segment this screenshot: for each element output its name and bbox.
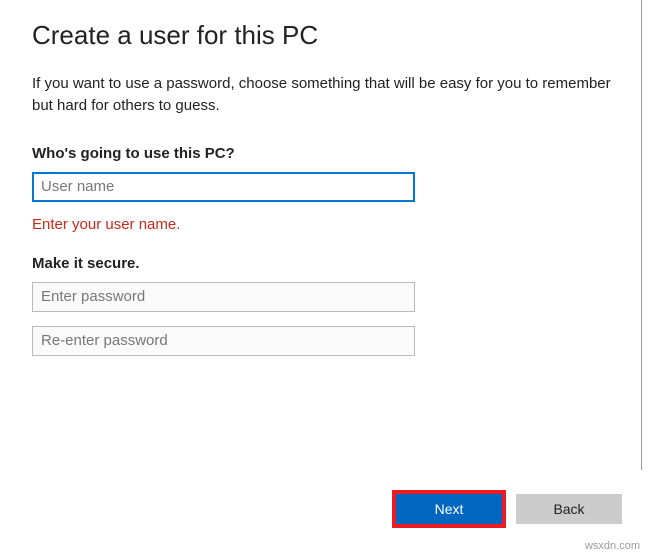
watermark: wsxdn.com <box>585 540 640 552</box>
password-input[interactable] <box>32 282 415 312</box>
back-button[interactable]: Back <box>516 494 622 524</box>
page-title: Create a user for this PC <box>32 20 620 51</box>
reenter-password-input[interactable] <box>32 326 415 356</box>
divider <box>641 0 642 470</box>
username-input[interactable] <box>32 172 415 202</box>
next-button-highlight: Next <box>392 490 506 528</box>
next-button[interactable]: Next <box>396 494 502 524</box>
button-bar: Next Back <box>392 490 622 528</box>
create-user-form: Create a user for this PC If you want to… <box>0 0 652 356</box>
username-error: Enter your user name. <box>32 216 620 233</box>
password-label: Make it secure. <box>32 255 620 272</box>
username-label: Who's going to use this PC? <box>32 145 620 162</box>
page-description: If you want to use a password, choose so… <box>32 73 612 117</box>
